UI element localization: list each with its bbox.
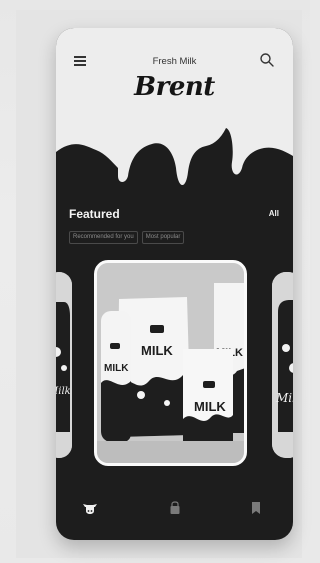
header-subtitle: Fresh Milk [152, 56, 197, 67]
see-all-link[interactable]: All [269, 209, 279, 218]
product-card-next[interactable]: Milk [272, 272, 293, 458]
cow-icon[interactable] [82, 500, 98, 516]
milk-bottle: MILK [101, 311, 131, 443]
filter-chips: Recommended for you Most popular [69, 231, 185, 244]
milk-drip-decoration [56, 128, 293, 248]
product-card-featured[interactable]: MILK MILK MILK [94, 260, 247, 466]
chip-recommended[interactable]: Recommended for you [69, 231, 138, 244]
side-right-label: Milk [275, 391, 293, 405]
brand-title: Brent [134, 72, 215, 102]
product-photo: MILK MILK MILK [97, 263, 244, 463]
carton-small-label: MILK [194, 399, 226, 414]
milk-carton-small: MILK [183, 349, 233, 441]
product-card-previous[interactable]: Milk [56, 272, 72, 458]
pouch-label: MILK [141, 343, 173, 358]
search-icon[interactable] [259, 52, 275, 68]
bookmark-icon[interactable] [248, 500, 264, 516]
bottom-nav [56, 496, 293, 524]
side-left-label: Milk [56, 386, 71, 397]
product-card-previous-image: Milk [56, 272, 72, 458]
section-title: Featured [69, 207, 120, 221]
chip-most-popular[interactable]: Most popular [141, 231, 185, 244]
canvas: Fresh Milk Brent Featured All Recommende… [0, 0, 310, 563]
bottle-label: MILK [104, 363, 129, 374]
phone-screen: Fresh Milk Brent Featured All Recommende… [56, 28, 293, 540]
product-card-next-image: Milk [272, 272, 293, 458]
bag-icon[interactable] [167, 500, 183, 516]
